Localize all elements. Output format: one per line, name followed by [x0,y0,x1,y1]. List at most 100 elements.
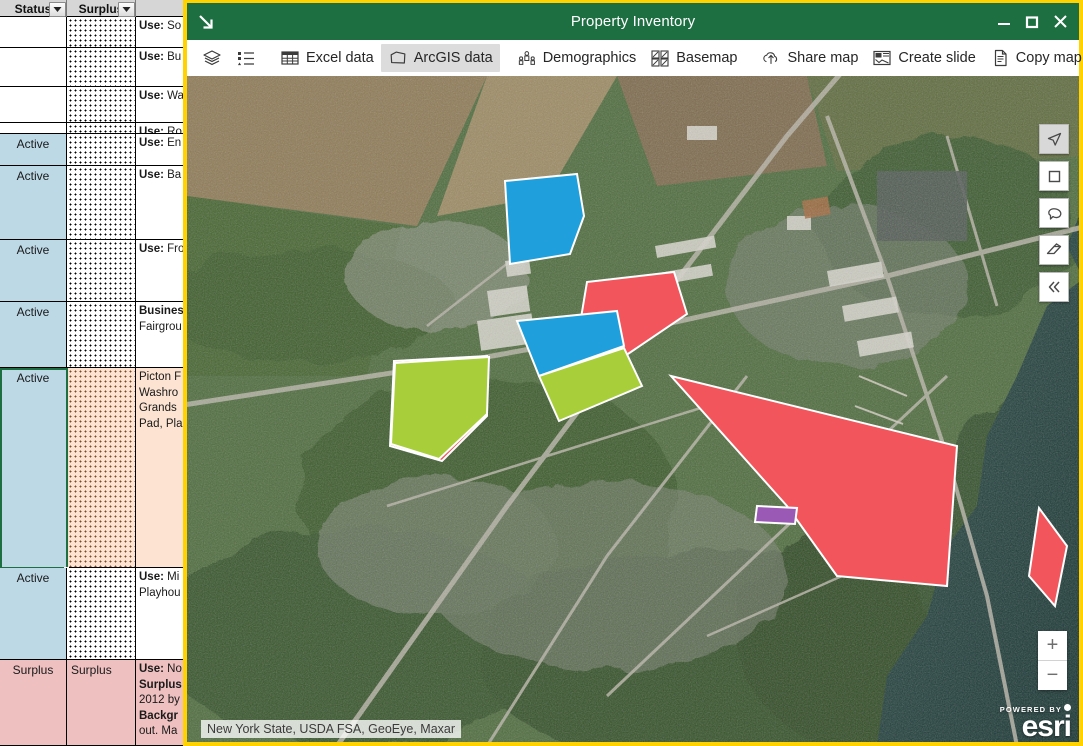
toolbar-item-label: Share map [787,50,859,66]
eraser-tool[interactable] [1039,235,1069,265]
window-controls [991,3,1073,40]
table-grid-icon [280,48,300,68]
cell-surplus[interactable] [67,17,136,47]
toolbar-item-demographics[interactable]: Demographics [510,44,644,72]
cell-surplus[interactable] [67,134,136,165]
parcel-polygon[interactable] [668,374,959,588]
cell-surplus[interactable] [67,240,136,301]
lasso-select-tool[interactable] [1039,198,1069,228]
property-inventory-window: Property Inventory Excel data ArcGIS data… [183,0,1083,746]
cell-surplus[interactable]: Surplus [67,660,136,745]
window-title: Property Inventory [570,13,696,30]
toolbar-item-arcgis-data[interactable]: ArcGIS data [380,44,500,72]
rectangle-select-tool[interactable] [1039,161,1069,191]
collapse-panel-tool[interactable] [1039,272,1069,302]
parcel-polygon[interactable] [503,172,586,266]
cell-status[interactable] [0,48,67,86]
copy-icon [990,48,1010,68]
column-header-notes[interactable] [136,0,190,17]
esri-brand-label: esri [1021,710,1072,742]
legend-list-icon [236,48,256,68]
cell-surplus[interactable] [67,48,136,86]
cell-surplus[interactable] [67,166,136,239]
spreadsheet-row[interactable]: Use: Ro [0,123,190,134]
parcel-polygon[interactable] [1027,505,1069,609]
spreadsheet-row[interactable]: Active Picton F Washro Grands Pad, Pla [0,368,190,568]
filter-dropdown-surplus[interactable] [118,2,135,17]
cell-notes[interactable]: Picton F Washro Grands Pad, Pla [136,368,190,567]
cell-notes[interactable]: Use: Mi Playhou [136,568,190,659]
cell-status[interactable]: Active [0,568,67,659]
cell-notes[interactable]: Use: En [136,134,190,165]
map-draw-tools [1039,124,1069,302]
select-arrow-tool[interactable] [1039,124,1069,154]
polygon-icon [388,48,408,68]
window-titlebar[interactable]: Property Inventory [187,3,1079,40]
cell-notes[interactable]: Use: So [136,17,190,47]
cell-surplus[interactable] [67,302,136,367]
cell-status[interactable]: Active [0,166,67,239]
spreadsheet-row[interactable]: Use: So [0,17,190,48]
cell-notes[interactable]: Use: Fro [136,240,190,301]
spreadsheet-row[interactable]: Active Busines Fairgrou [0,302,190,368]
toolbar-item-label: Demographics [542,50,637,66]
toolbar-item-share-map[interactable]: Share map [754,44,865,72]
toolbar-item-label: Copy map [1015,50,1082,66]
toolbar-item-legend-list[interactable] [229,44,263,72]
spreadsheet-row[interactable]: Use: Bu [0,48,190,87]
close-button[interactable] [1047,9,1073,35]
cell-status[interactable]: Surplus [0,660,67,745]
cell-surplus[interactable] [67,123,136,133]
parcel-polygon[interactable] [753,504,799,526]
cell-status[interactable] [0,87,67,122]
spreadsheet-row[interactable]: Active Use: Ba [0,166,190,240]
cell-status[interactable]: Active [0,302,67,367]
cell-notes[interactable]: Use: Ro [136,123,190,133]
map-canvas[interactable]: + − New York State, USDA FSA, GeoEye, Ma… [187,76,1079,742]
people-icon [517,48,537,68]
cell-notes[interactable]: Use: Bu [136,48,190,86]
layers-icon [202,48,222,68]
cell-status[interactable]: Active [0,240,67,301]
basemap-tiles-icon [650,48,670,68]
parcel-polygon-layer[interactable] [187,76,1079,742]
parcel-polygon[interactable] [389,355,491,461]
spreadsheet-row[interactable]: Active Use: Fro [0,240,190,302]
map-attribution: New York State, USDA FSA, GeoEye, Maxar [201,720,462,738]
spreadsheet-row[interactable]: Use: Wa [0,87,190,123]
map-toolbar: Excel data ArcGIS data Demographics Basemap… [187,40,1082,76]
spreadsheet-row[interactable]: Active Use: Mi Playhou [0,568,190,660]
cell-surplus[interactable] [67,368,136,567]
toolbar-item-create-slide[interactable]: Create slide [865,44,982,72]
cell-status[interactable] [0,123,67,133]
cell-status[interactable]: Active [0,368,67,567]
toolbar-item-label: Create slide [898,50,976,66]
minimize-button[interactable] [991,9,1017,35]
zoom-in-button[interactable]: + [1038,631,1067,661]
cell-notes[interactable]: Use: No Surplus 2012 by Backgr out. Ma [136,660,190,745]
slide-icon [872,48,892,68]
cell-surplus[interactable] [67,568,136,659]
esri-logo: POWERED BY esri [1000,704,1072,742]
spreadsheet-row[interactable]: Surplus Surplus Use: No Surplus 2012 by Backg… [0,660,190,746]
cell-notes[interactable]: Use: Wa [136,87,190,122]
zoom-out-button[interactable]: − [1038,661,1067,690]
toolbar-item-basemap[interactable]: Basemap [643,44,744,72]
cell-notes[interactable]: Busines Fairgrou [136,302,190,367]
cell-status[interactable] [0,17,67,47]
toolbar-item-copy-map[interactable]: Copy map [983,44,1083,72]
cell-notes[interactable]: Use: Ba [136,166,190,239]
cell-status[interactable]: Active [0,134,67,165]
spreadsheet-row[interactable]: Active Use: En [0,134,190,166]
maximize-button[interactable] [1019,9,1045,35]
spreadsheet-header-row: Status Surplus [0,0,190,17]
filter-dropdown-status[interactable] [49,2,66,17]
zoom-controls: + − [1038,631,1067,690]
toolbar-item-label: Basemap [676,50,738,66]
toolbar-item-excel-data[interactable]: Excel data [273,44,381,72]
toolbar-item-label: Excel data [306,50,374,66]
toolbar-item-layers[interactable] [195,44,229,72]
cell-surplus[interactable] [67,87,136,122]
toolbar-item-label: ArcGIS data [413,50,493,66]
spreadsheet-background[interactable]: Status Surplus Use: So Use: Bu Use: Wa Use:… [0,0,190,746]
